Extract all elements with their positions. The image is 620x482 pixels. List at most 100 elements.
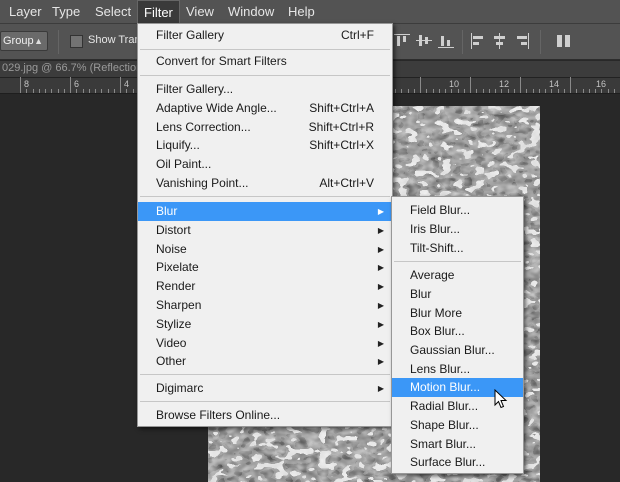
average-blur-item[interactable]: Average — [392, 266, 523, 285]
video-submenu-item[interactable]: Video ▶ — [138, 334, 392, 353]
ruler-tick — [95, 89, 96, 93]
align-right-icon[interactable] — [514, 33, 530, 49]
digimarc-submenu-item[interactable]: Digimarc ▶ — [138, 379, 392, 398]
ruler-tick — [70, 77, 71, 93]
auto-select-dropdown[interactable]: Group ▲ — [0, 31, 48, 51]
stylize-submenu-item[interactable]: Stylize ▶ — [138, 315, 392, 334]
align-top-icon[interactable] — [394, 33, 410, 49]
noise-submenu-item[interactable]: Noise ▶ — [138, 240, 392, 259]
browse-filters-online-item[interactable]: Browse Filters Online... — [138, 406, 392, 425]
other-submenu-item[interactable]: Other ▶ — [138, 352, 392, 371]
menu-type[interactable]: Type — [46, 0, 86, 24]
ruler-tick — [608, 89, 609, 93]
menu-help[interactable]: Help — [282, 0, 321, 24]
ruler-tick — [595, 89, 596, 93]
render-submenu-item[interactable]: Render ▶ — [138, 277, 392, 296]
ruler-tick — [508, 89, 509, 93]
options-divider — [462, 30, 463, 54]
submenu-arrow-icon: ▶ — [377, 320, 384, 329]
ruler-tick — [39, 89, 40, 93]
ruler-tick — [414, 89, 415, 93]
blur-submenu-item[interactable]: Blur ▶ — [138, 202, 392, 221]
document-tab-title: 029.jpg @ 66.7% (Reflection — [2, 62, 143, 74]
submenu-arrow-icon: ▶ — [377, 384, 384, 393]
mouse-pointer-icon — [494, 389, 508, 409]
ruler-label: 16 — [596, 79, 607, 89]
pixelate-submenu-item[interactable]: Pixelate ▶ — [138, 258, 392, 277]
align-left-icon[interactable] — [470, 33, 486, 49]
filter-gallery-item[interactable]: Filter Gallery... — [138, 80, 392, 99]
ruler-label: 8 — [24, 79, 30, 89]
lens-correction-item[interactable]: Lens Correction... Shift+Ctrl+R — [138, 118, 392, 137]
ruler-tick — [439, 89, 440, 93]
tilt-shift-item[interactable]: Tilt-Shift... — [392, 239, 523, 258]
iris-blur-item[interactable]: Iris Blur... — [392, 220, 523, 239]
filter-gallery-last-item[interactable]: Filter Gallery Ctrl+F — [138, 26, 392, 45]
ruler-tick — [76, 89, 77, 93]
dropdown-arrows-icon: ▲ — [34, 36, 43, 46]
ruler-tick — [458, 89, 459, 93]
gaussian-blur-item[interactable]: Gaussian Blur... — [392, 341, 523, 360]
ruler-tick — [26, 89, 27, 93]
lens-blur-item[interactable]: Lens Blur... — [392, 360, 523, 379]
ruler-tick — [589, 89, 590, 93]
ruler-tick — [45, 89, 46, 93]
ruler-tick — [433, 89, 434, 93]
ruler-label: 4 — [124, 79, 130, 89]
menu-divider — [140, 374, 390, 375]
menu-window[interactable]: Window — [222, 0, 280, 24]
distribute-icon[interactable] — [556, 33, 572, 49]
submenu-arrow-icon: ▶ — [377, 207, 384, 216]
blur-item[interactable]: Blur — [392, 285, 523, 304]
align-vertical-center-icon[interactable] — [416, 33, 432, 49]
distort-submenu-item[interactable]: Distort ▶ — [138, 221, 392, 240]
ruler-tick — [551, 89, 552, 93]
ruler-tick — [401, 89, 402, 93]
shape-blur-item[interactable]: Shape Blur... — [392, 416, 523, 435]
menu-select[interactable]: Select — [89, 0, 137, 24]
filter-menu: Filter Gallery Ctrl+F Convert for Smart F… — [137, 23, 393, 427]
ruler-tick — [501, 89, 502, 93]
menu-filter[interactable]: Filter — [137, 0, 180, 24]
ruler-tick — [133, 89, 134, 93]
ruler-label: 12 — [499, 79, 510, 89]
blur-more-item[interactable]: Blur More — [392, 304, 523, 323]
submenu-arrow-icon: ▶ — [377, 339, 384, 348]
ruler-tick — [33, 89, 34, 93]
submenu-arrow-icon: ▶ — [377, 245, 384, 254]
ruler-tick — [526, 89, 527, 93]
ruler-tick — [89, 89, 90, 93]
ruler-tick — [489, 89, 490, 93]
ruler-tick — [420, 77, 421, 93]
ruler-tick — [601, 89, 602, 93]
align-horizontal-center-icon[interactable] — [492, 33, 508, 49]
ruler-tick — [451, 89, 452, 93]
ruler-tick — [533, 89, 534, 93]
adaptive-wide-angle-item[interactable]: Adaptive Wide Angle... Shift+Ctrl+A — [138, 99, 392, 118]
submenu-arrow-icon: ▶ — [377, 301, 384, 310]
ruler-tick — [583, 89, 584, 93]
align-bottom-icon[interactable] — [438, 33, 454, 49]
ruler-tick — [58, 89, 59, 93]
submenu-arrow-icon: ▶ — [377, 357, 384, 366]
ruler-tick — [51, 89, 52, 93]
blur-submenu: Field Blur... Iris Blur... Tilt-Shift...… — [391, 196, 524, 474]
ruler-tick — [495, 89, 496, 93]
ruler-label: 14 — [549, 79, 560, 89]
show-transform-checkbox[interactable] — [70, 35, 83, 48]
menu-view[interactable]: View — [180, 0, 220, 24]
menu-layer[interactable]: Layer — [3, 0, 48, 24]
surface-blur-item[interactable]: Surface Blur... — [392, 453, 523, 472]
box-blur-item[interactable]: Box Blur... — [392, 322, 523, 341]
vanishing-point-item[interactable]: Vanishing Point... Alt+Ctrl+V — [138, 174, 392, 193]
oil-paint-item[interactable]: Oil Paint... — [138, 155, 392, 174]
ruler-tick — [514, 89, 515, 93]
ruler-tick — [570, 77, 571, 93]
ruler-tick — [539, 89, 540, 93]
sharpen-submenu-item[interactable]: Sharpen ▶ — [138, 296, 392, 315]
field-blur-item[interactable]: Field Blur... — [392, 201, 523, 220]
submenu-arrow-icon: ▶ — [377, 263, 384, 272]
liquify-item[interactable]: Liquify... Shift+Ctrl+X — [138, 136, 392, 155]
smart-blur-item[interactable]: Smart Blur... — [392, 435, 523, 454]
convert-smart-filters-item[interactable]: Convert for Smart Filters — [138, 52, 392, 71]
